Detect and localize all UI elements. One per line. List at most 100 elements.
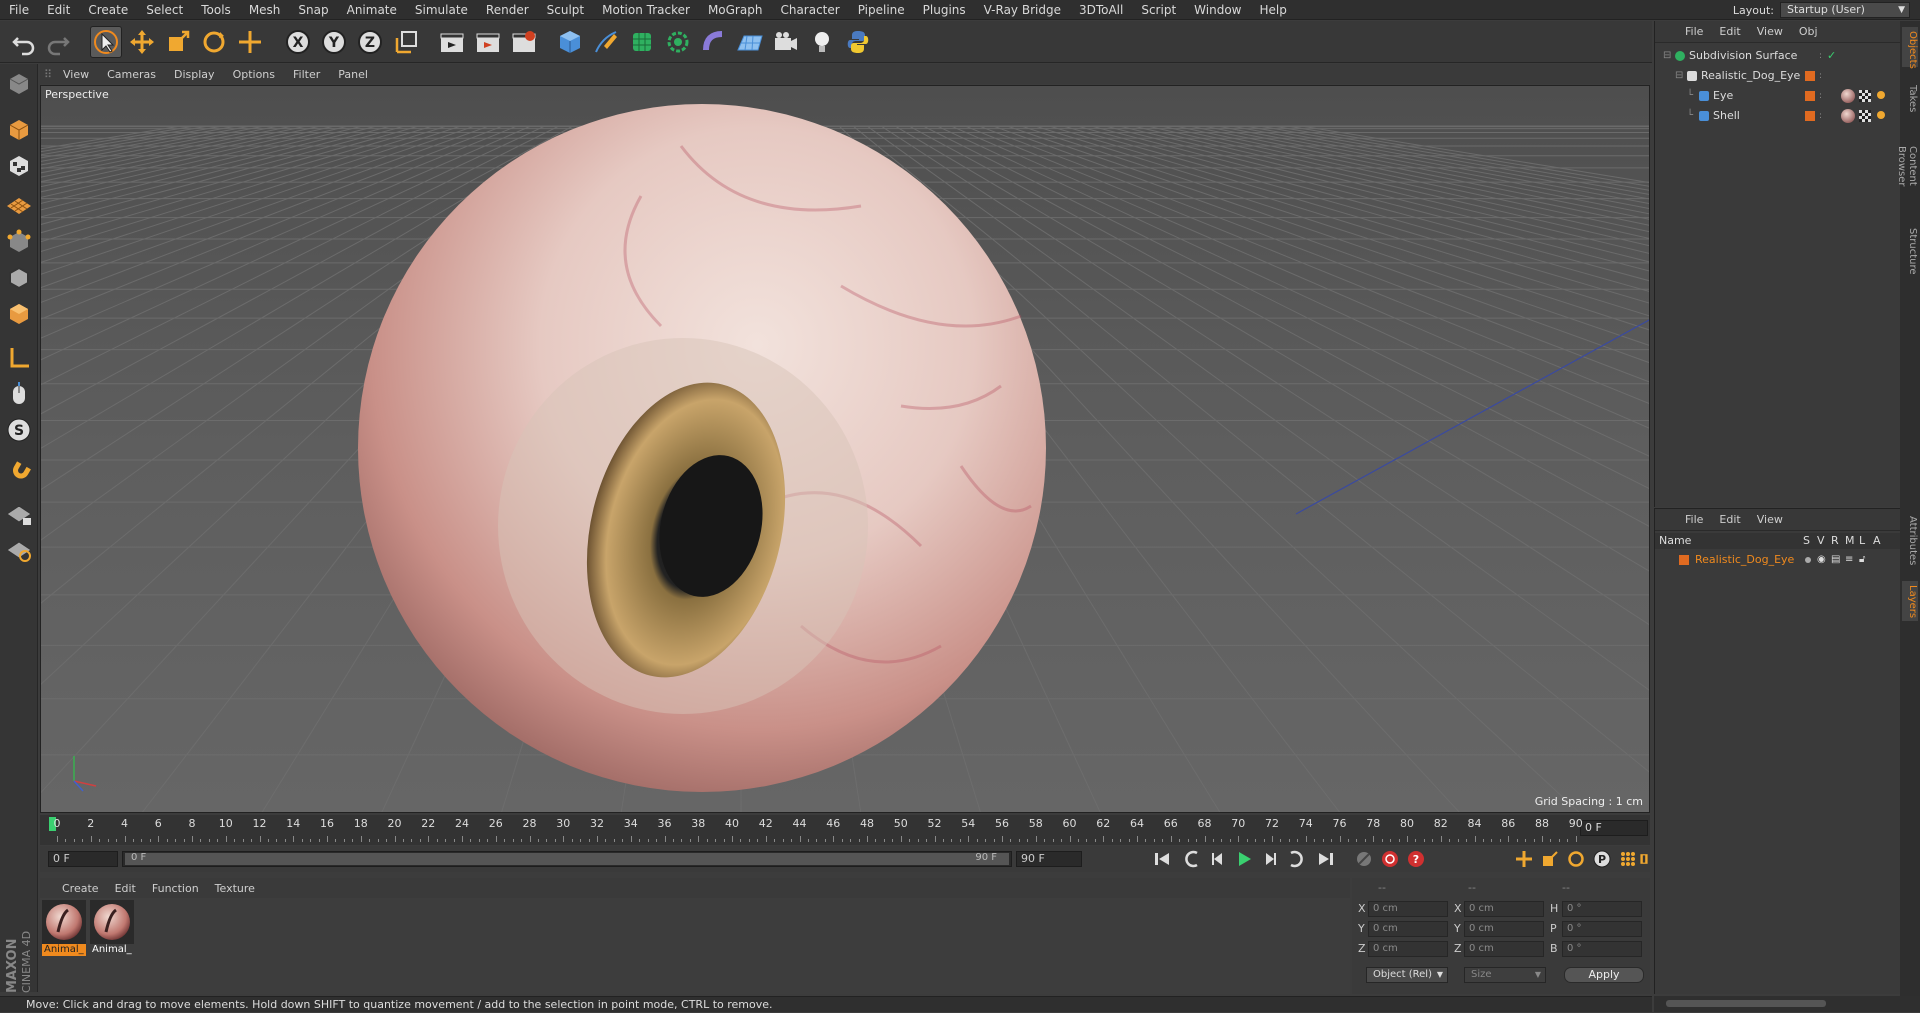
menu-plugins[interactable]: Plugins	[914, 0, 975, 20]
scale-tool-button[interactable]	[162, 26, 194, 58]
dock-tab-structure[interactable]: Structure	[1902, 221, 1918, 281]
menu-motion-tracker[interactable]: Motion Tracker	[593, 0, 699, 20]
range-slider[interactable]: 0 F 90 F	[122, 851, 1012, 867]
solo-mode-button[interactable]: S	[3, 414, 35, 446]
apply-button[interactable]: Apply	[1564, 967, 1644, 983]
rotation-field[interactable]: 0 °	[1562, 921, 1642, 937]
object-row[interactable]: ⊟ Realistic_Dog_Eye:	[1655, 67, 1901, 85]
texture-mode-button[interactable]	[3, 150, 35, 182]
object-menu-edit[interactable]: Edit	[1711, 25, 1748, 38]
lock-icon[interactable]: 🔓︎	[1859, 551, 1865, 569]
layer-column-m[interactable]: M	[1845, 533, 1855, 549]
render-to-picture-viewer-button[interactable]	[472, 26, 504, 58]
menu-simulate[interactable]: Simulate	[406, 0, 477, 20]
layer-color-swatch[interactable]	[1805, 71, 1815, 81]
menu-3dtoall[interactable]: 3DToAll	[1070, 0, 1132, 20]
previous-frame-button[interactable]	[1206, 848, 1230, 870]
layer-color-swatch[interactable]	[1805, 111, 1815, 121]
position-field[interactable]: 0 cm	[1368, 901, 1448, 917]
layer-menu-file[interactable]: File	[1677, 513, 1711, 526]
end-frame-field[interactable]: 90 F	[1016, 851, 1082, 867]
solo-dot-icon[interactable]	[1805, 557, 1811, 563]
menu-sculpt[interactable]: Sculpt	[538, 0, 593, 20]
go-to-end-button[interactable]	[1314, 848, 1338, 870]
viewport-menu-panel[interactable]: Panel	[329, 68, 377, 81]
previous-key-button[interactable]	[1180, 848, 1204, 870]
material-swatch[interactable]: Animal_	[90, 900, 134, 958]
undo-button[interactable]	[8, 26, 40, 58]
layer-column-s[interactable]: S	[1803, 533, 1810, 549]
object-row[interactable]: └ Eye:	[1655, 87, 1901, 105]
key-rotation-button[interactable]	[1564, 848, 1588, 870]
deformer-button[interactable]	[698, 26, 730, 58]
phong-tag-icon[interactable]	[1877, 111, 1885, 119]
workplane-lock-button[interactable]	[3, 498, 35, 530]
viewport-camera-label[interactable]: Perspective	[45, 88, 109, 101]
pen-spline-button[interactable]	[590, 26, 622, 58]
menu-edit[interactable]: Edit	[38, 0, 79, 20]
polygons-mode-button[interactable]	[3, 298, 35, 330]
size-field[interactable]: 0 cm	[1464, 941, 1544, 957]
menu-tools[interactable]: Tools	[192, 0, 240, 20]
position-field[interactable]: 0 cm	[1368, 941, 1448, 957]
menu-snap[interactable]: Snap	[289, 0, 337, 20]
play-button[interactable]	[1232, 848, 1256, 870]
visibility-dots-icon[interactable]: :	[1819, 107, 1822, 125]
move-tool-button[interactable]	[126, 26, 158, 58]
layer-name[interactable]: Realistic_Dog_Eye	[1695, 551, 1794, 569]
dock-tab-attributes[interactable]: Attributes	[1902, 511, 1918, 571]
last-tool-button[interactable]	[234, 26, 266, 58]
object-row[interactable]: └ Shell:	[1655, 107, 1901, 125]
go-to-start-button[interactable]	[1150, 848, 1174, 870]
layer-color-swatch[interactable]	[1679, 555, 1689, 565]
start-frame-field[interactable]: 0 F	[48, 851, 118, 867]
layer-row[interactable]: Realistic_Dog_Eye ◉ ▤ ≡ 🔓︎	[1655, 551, 1901, 569]
object-menu-file[interactable]: File	[1677, 25, 1711, 38]
camera-button[interactable]	[770, 26, 802, 58]
layer-color-swatch[interactable]	[1805, 91, 1815, 101]
redo-button[interactable]	[42, 26, 74, 58]
menu-mesh[interactable]: Mesh	[240, 0, 290, 20]
manager-icon[interactable]: ≡	[1845, 551, 1853, 569]
viewport-menu-display[interactable]: Display	[165, 68, 224, 81]
menu-help[interactable]: Help	[1250, 0, 1295, 20]
menu-select[interactable]: Select	[137, 0, 192, 20]
array-cloner-button[interactable]	[662, 26, 694, 58]
next-frame-button[interactable]	[1258, 848, 1282, 870]
x-axis-lock-button[interactable]: X	[282, 26, 314, 58]
tweak-mode-button[interactable]	[3, 378, 35, 410]
menu-mograph[interactable]: MoGraph	[699, 0, 772, 20]
make-editable-button[interactable]	[3, 68, 35, 100]
material-tag-icon[interactable]	[1841, 89, 1855, 103]
drag-handle-icon[interactable]: ⠿	[40, 68, 54, 81]
texture-tag-icon[interactable]	[1859, 90, 1871, 102]
object-menu-view[interactable]: View	[1749, 25, 1791, 38]
menu-create[interactable]: Create	[79, 0, 137, 20]
menu-v-ray-bridge[interactable]: V-Ray Bridge	[975, 0, 1070, 20]
material-swatch[interactable]: Animal_	[42, 900, 86, 958]
next-key-button[interactable]	[1284, 848, 1308, 870]
object-menu-obj[interactable]: Obj	[1791, 25, 1826, 38]
subdivision-surface-button[interactable]	[626, 26, 658, 58]
coordinate-system-button[interactable]	[390, 26, 422, 58]
layout-dropdown[interactable]: Startup (User) ▼	[1780, 2, 1910, 18]
position-field[interactable]: 0 cm	[1368, 921, 1448, 937]
viewport-menu-cameras[interactable]: Cameras	[98, 68, 165, 81]
size-field[interactable]: 0 cm	[1464, 921, 1544, 937]
visibility-dots-icon[interactable]: :	[1819, 67, 1822, 85]
python-button[interactable]	[842, 26, 874, 58]
enabled-check-icon[interactable]: ✓	[1827, 47, 1836, 65]
phong-tag-icon[interactable]	[1877, 91, 1885, 99]
material-menu-create[interactable]: Create	[54, 882, 107, 895]
coordinate-mode-dropdown[interactable]: Object (Rel) ▼	[1366, 967, 1448, 983]
layer-column-v[interactable]: V	[1817, 533, 1825, 549]
workplane-mode-button[interactable]	[3, 186, 35, 218]
rotation-field[interactable]: 0 °	[1562, 941, 1642, 957]
key-position-button[interactable]	[1512, 848, 1536, 870]
material-menu-edit[interactable]: Edit	[107, 882, 144, 895]
layer-menu-view[interactable]: View	[1749, 513, 1791, 526]
viewport-menu-filter[interactable]: Filter	[284, 68, 329, 81]
material-tag-icon[interactable]	[1841, 109, 1855, 123]
viewport-menu-options[interactable]: Options	[224, 68, 284, 81]
record-keys-button[interactable]	[1352, 848, 1376, 870]
